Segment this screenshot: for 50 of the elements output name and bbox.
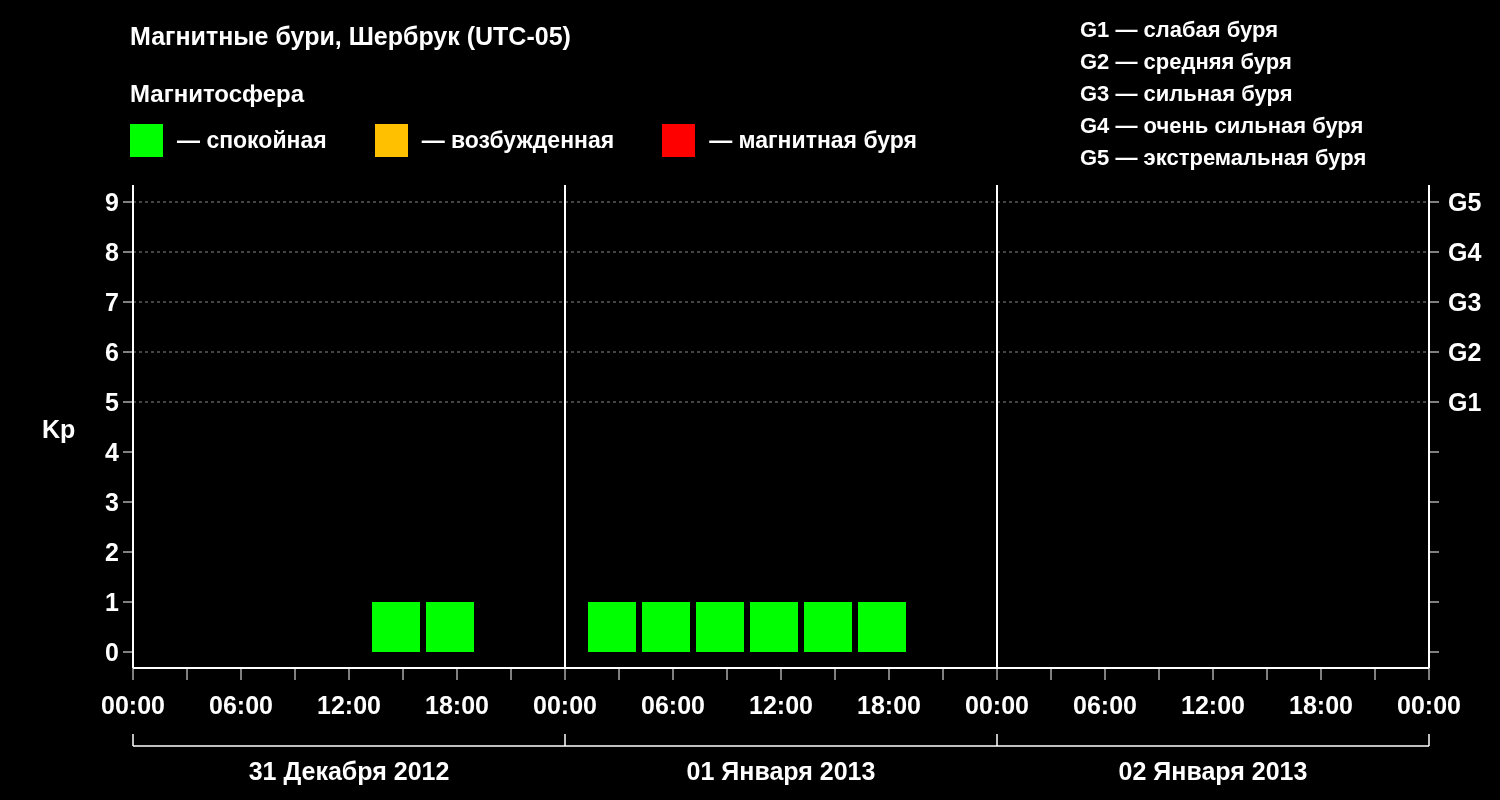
x-tick-label: 06:00 — [209, 691, 273, 719]
x-tick-label: 00:00 — [101, 691, 165, 719]
legend-label: — магнитная буря — [709, 127, 917, 154]
legend-label: — спокойная — [177, 127, 327, 154]
x-tick-label: 12:00 — [317, 691, 381, 719]
x-tick-label: 00:00 — [1397, 691, 1461, 719]
x-tick-label: 12:00 — [1181, 691, 1245, 719]
kp-bar — [372, 602, 420, 652]
y-tick-label: 9 — [105, 188, 119, 216]
date-label: 01 Января 2013 — [686, 757, 876, 785]
y-axis-label: Kp — [42, 415, 76, 443]
y-tick-label: 1 — [105, 588, 119, 616]
y-tick-label: 2 — [105, 538, 119, 566]
date-label: 31 Декабря 2012 — [248, 757, 450, 785]
y-tick-label: 7 — [105, 288, 119, 316]
storm-scale-entry: G1 — слабая буря — [1080, 16, 1280, 44]
y-tick-label: 6 — [105, 338, 119, 366]
x-tick-label: 00:00 — [965, 691, 1029, 719]
chart-title: Магнитные бури, Шербрук (UTC-05) — [130, 22, 572, 52]
storm-level-label: G1 — [1448, 388, 1482, 416]
x-tick-label: 18:00 — [857, 691, 921, 719]
x-tick-label: 18:00 — [1289, 691, 1353, 719]
legend-label: — возбужденная — [421, 127, 615, 154]
x-tick-label: 18:00 — [425, 691, 489, 719]
y-tick-label: 3 — [105, 488, 119, 516]
y-tick-label: 5 — [105, 388, 119, 416]
y-tick-label: 0 — [105, 638, 119, 666]
kp-bar — [588, 602, 636, 652]
storm-scale-entry: G2 — средняя буря — [1080, 48, 1293, 76]
x-tick-label: 06:00 — [1073, 691, 1137, 719]
storm-level-label: G2 — [1448, 338, 1482, 366]
x-tick-label: 00:00 — [533, 691, 597, 719]
date-label: 02 Января 2013 — [1118, 757, 1308, 785]
kp-bar — [858, 602, 906, 652]
kp-bar — [750, 602, 798, 652]
storm-scale-entry: G3 — сильная буря — [1080, 80, 1294, 108]
storm-level-label: G3 — [1448, 288, 1482, 316]
y-tick-label: 8 — [105, 238, 119, 266]
x-tick-label: 06:00 — [641, 691, 705, 719]
kp-bar — [642, 602, 690, 652]
y-tick-label: 4 — [105, 438, 119, 466]
x-tick-label: 12:00 — [749, 691, 813, 719]
kp-bar — [426, 602, 474, 652]
kp-bar — [804, 602, 852, 652]
storm-level-label: G4 — [1448, 238, 1482, 266]
storm-scale-entry: G4 — очень сильная буря — [1080, 112, 1365, 140]
storm-scale-entry: G5 — экстремальная буря — [1080, 144, 1368, 172]
storm-level-label: G5 — [1448, 188, 1482, 216]
legend-title: Магнитосфера — [130, 80, 306, 108]
kp-bar — [696, 602, 744, 652]
